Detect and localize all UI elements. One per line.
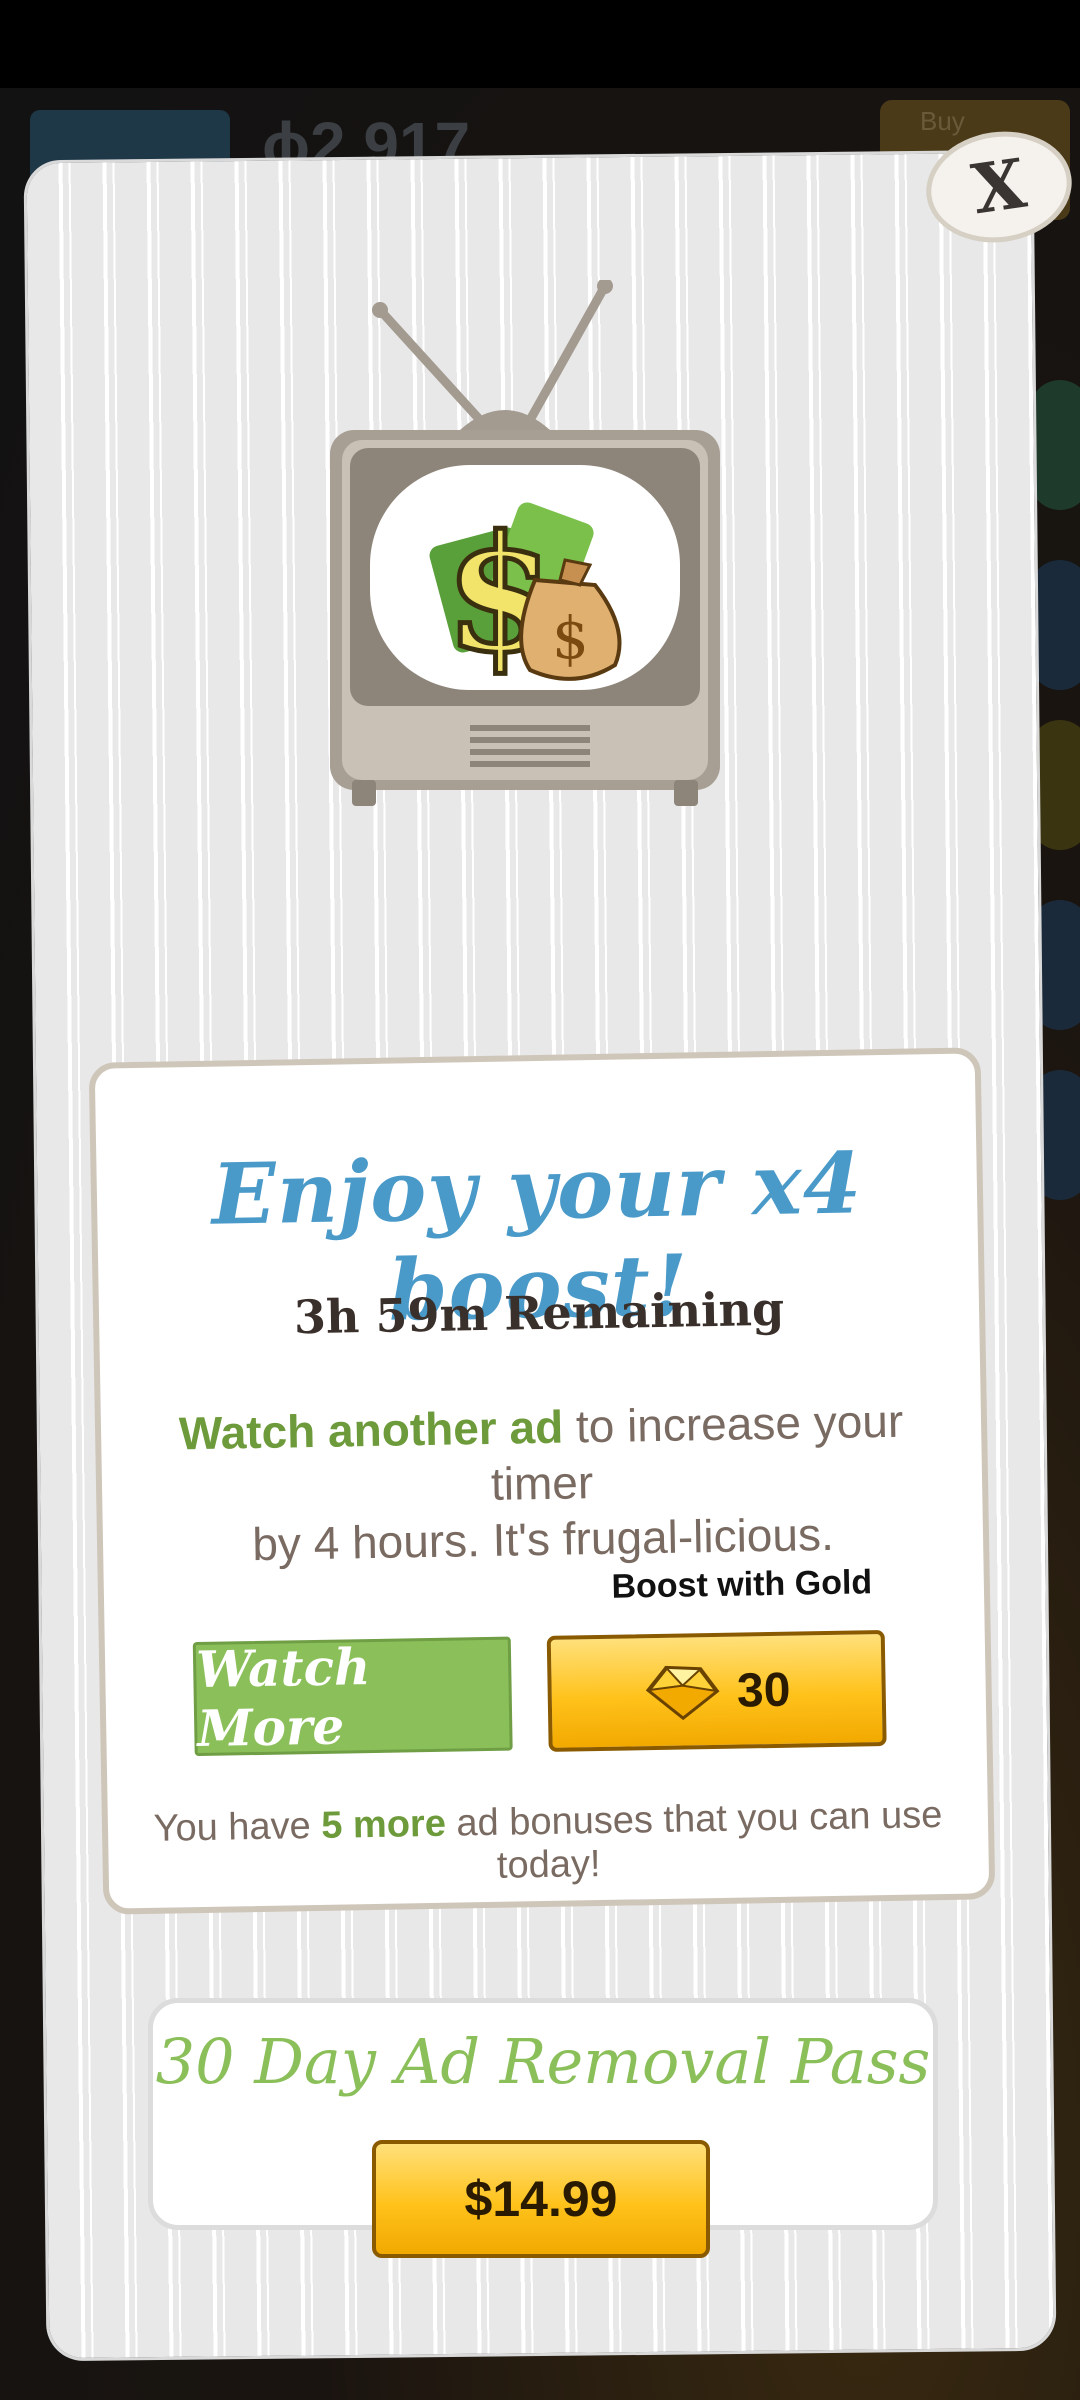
description-line2: by 4 hours. It's frugal-licious. — [251, 1507, 835, 1571]
bonus-prefix: You have — [153, 1804, 322, 1850]
gold-cost: 30 — [736, 1663, 791, 1718]
money-bag-icon: $ $ — [429, 498, 622, 691]
background-buy-label: Buy — [920, 106, 965, 136]
boost-card: Enjoy your x4 boost! 3h 59m Remaining Wa… — [88, 1047, 996, 1915]
bonus-suffix: ad bonuses that you can use today! — [445, 1794, 943, 1887]
status-bar — [0, 0, 1080, 88]
ad-bonus-info: You have 5 more ad bonuses that you can … — [108, 1793, 989, 1894]
tv-icon: $ $ — [330, 280, 720, 806]
background-side-button — [1030, 560, 1080, 690]
close-icon: X — [967, 143, 1031, 231]
watch-more-label: Watch More — [195, 1637, 371, 1759]
purchase-pass-button[interactable]: $14.99 — [372, 2140, 710, 2258]
watch-ad-highlight: Watch another ad — [178, 1400, 564, 1460]
ad-removal-pass-title: 30 Day Ad Removal Pass — [155, 2025, 931, 2098]
watch-more-button[interactable]: Watch More — [192, 1636, 513, 1759]
background-side-button — [1030, 380, 1080, 510]
svg-text:$: $ — [552, 604, 589, 672]
price-label: $14.99 — [464, 2171, 618, 2227]
boost-with-gold-label: Boost with Gold — [611, 1563, 873, 1606]
bonus-count: 5 more — [320, 1802, 447, 1847]
gold-gem-icon — [646, 1665, 720, 1721]
boost-with-gold-button[interactable]: 30 — [546, 1630, 887, 1752]
boost-description: Watch another ad to increase your timer … — [161, 1392, 924, 1573]
